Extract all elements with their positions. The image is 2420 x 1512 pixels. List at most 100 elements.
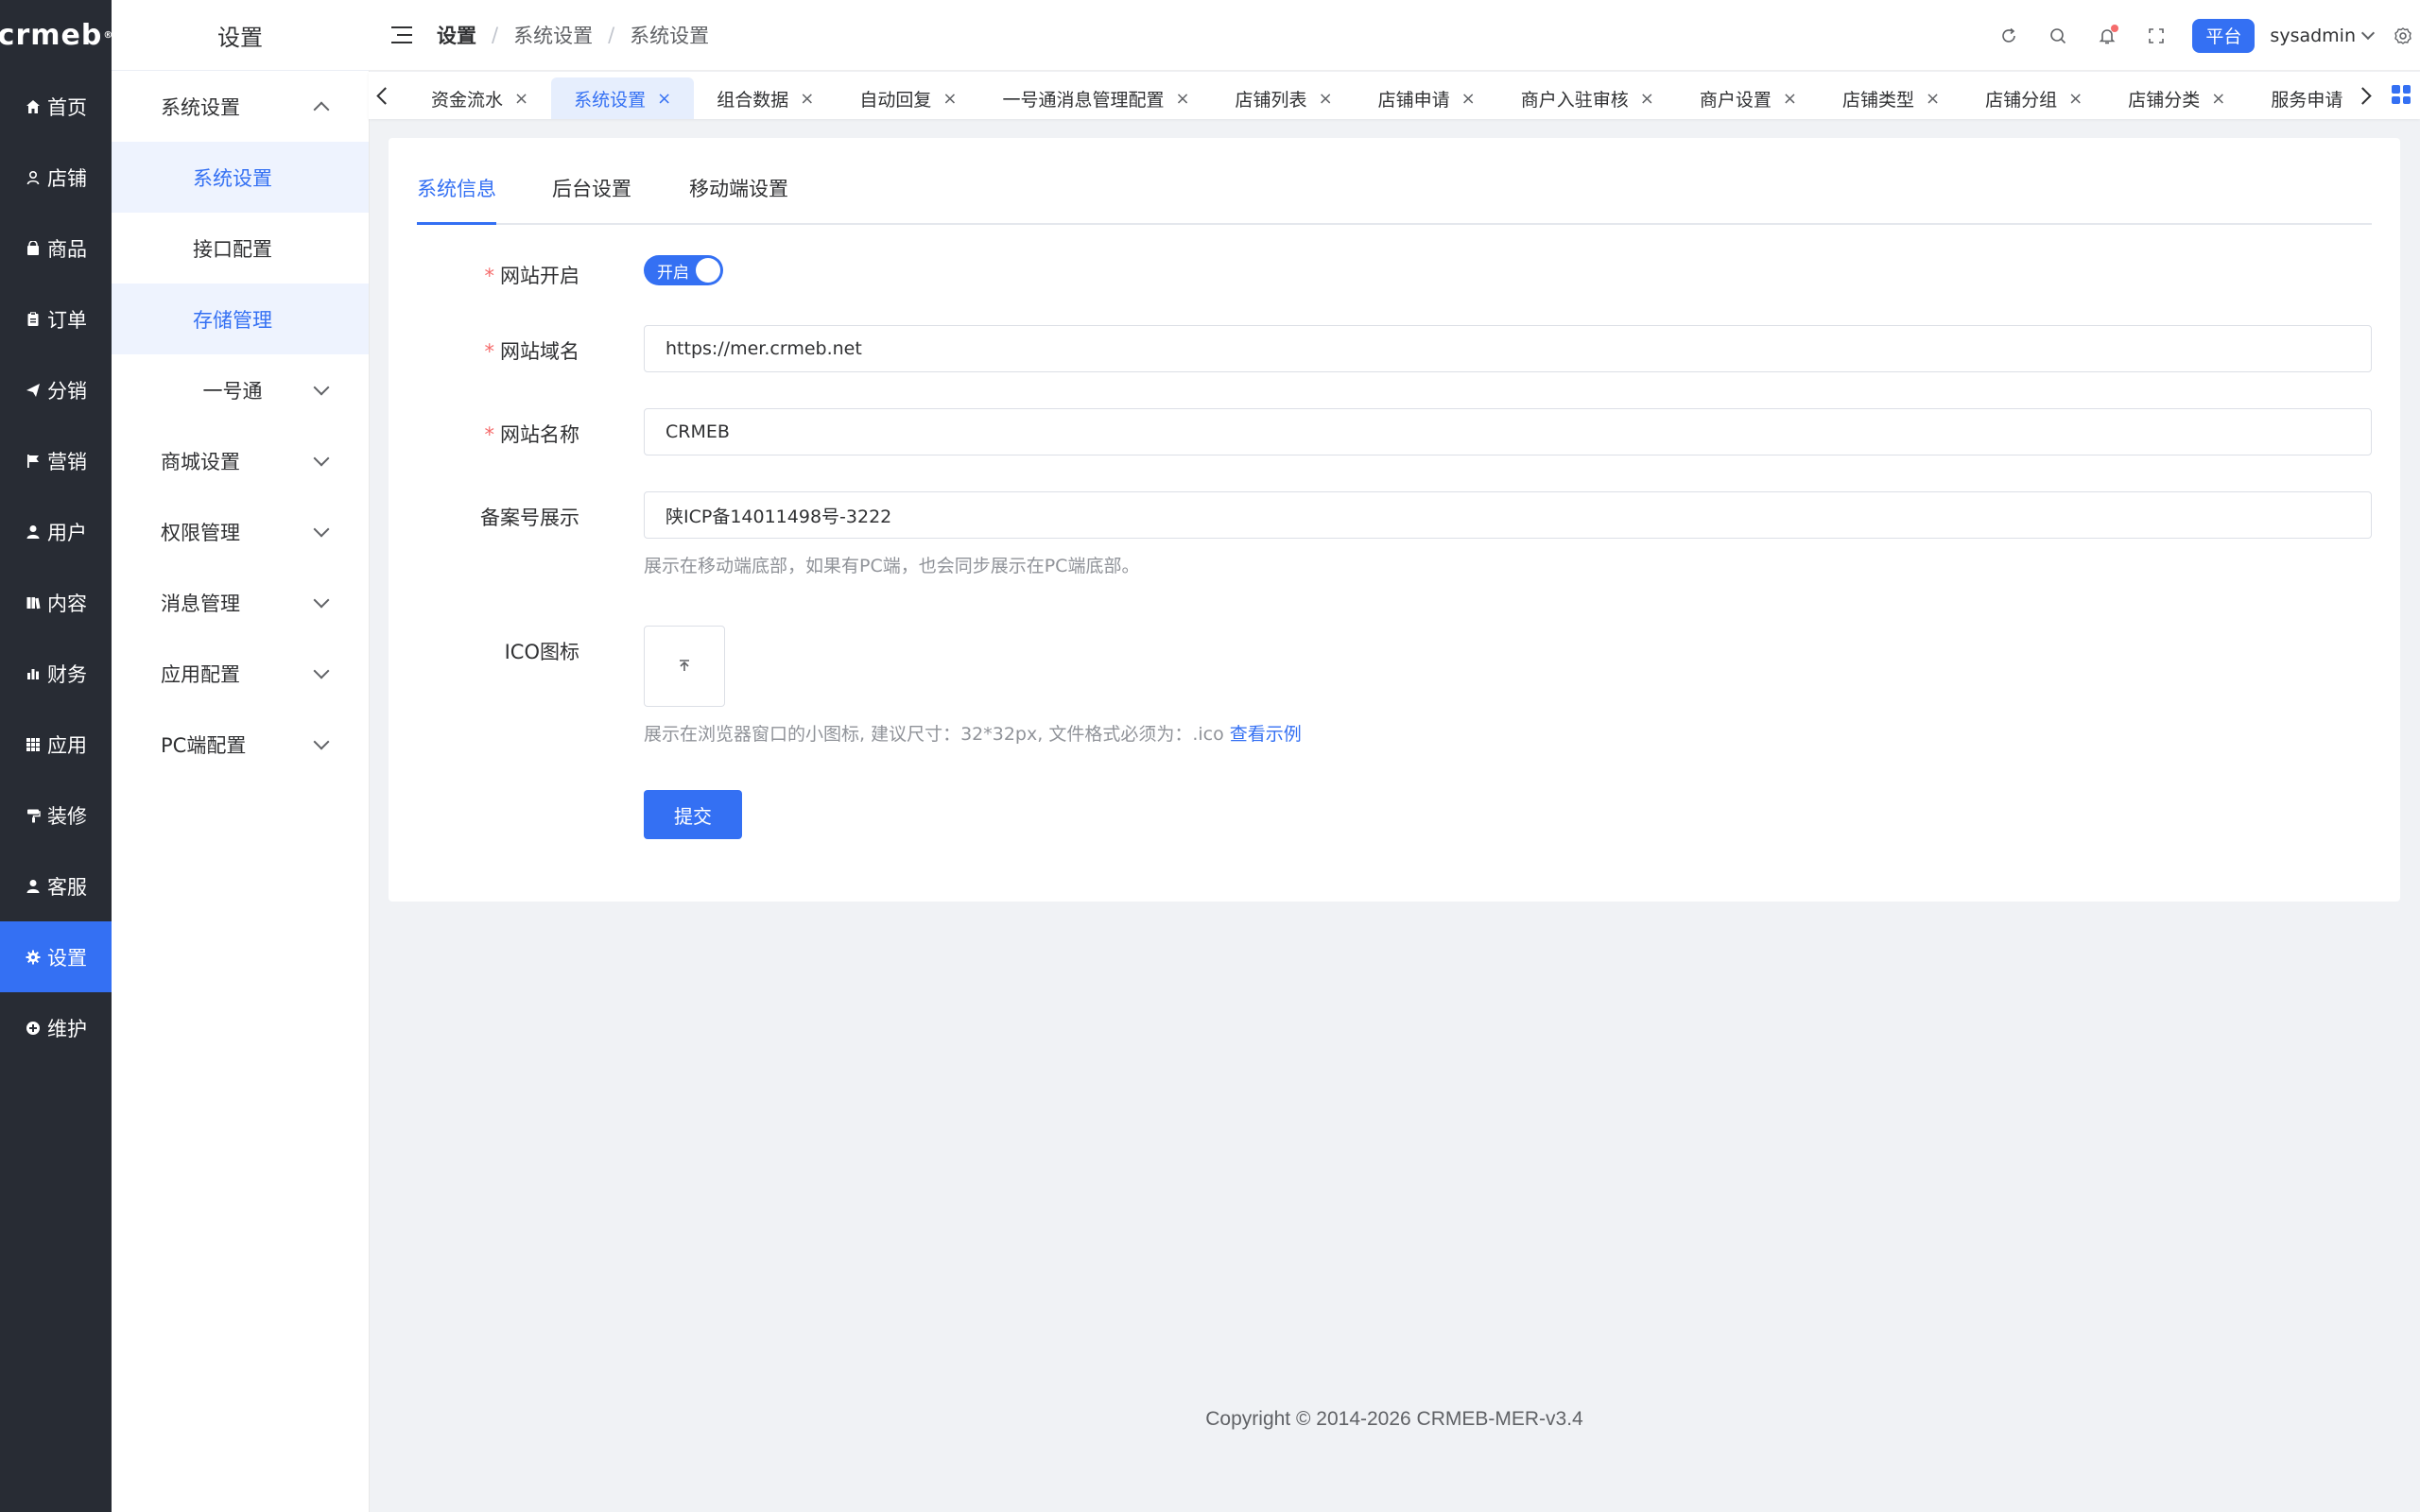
- icp-input[interactable]: 陕ICP备14011498号-3222: [644, 491, 2372, 539]
- nav-item-finance[interactable]: 财务: [0, 638, 112, 709]
- platform-badge[interactable]: 平台: [2192, 18, 2256, 53]
- nav-item-content[interactable]: 内容: [0, 567, 112, 638]
- logo[interactable]: crmeb ®: [0, 0, 112, 71]
- goods-icon: [25, 240, 42, 257]
- form-control: https://mer.crmeb.net: [644, 325, 2372, 372]
- nav-item-service[interactable]: 客服: [0, 850, 112, 921]
- submenu-mall-settings[interactable]: 商城设置: [112, 425, 369, 496]
- scroll-right-arrow-icon[interactable]: [2350, 72, 2378, 119]
- site-domain-input[interactable]: https://mer.crmeb.net: [644, 325, 2372, 372]
- nav-item-label: 用户: [47, 521, 87, 544]
- nav-item-goods[interactable]: 商品: [0, 213, 112, 284]
- nav-item-order[interactable]: 订单: [0, 284, 112, 354]
- tab-tag[interactable]: 资金流水 ×: [408, 77, 551, 119]
- grid-menu-icon[interactable]: [2392, 85, 2411, 104]
- scroll-left-arrow-icon[interactable]: [369, 72, 397, 119]
- nav-item-label: 设置: [47, 946, 87, 970]
- upload-icon: [680, 660, 689, 671]
- submenu-yihaotong[interactable]: 一号通: [112, 354, 369, 425]
- tab-tag[interactable]: 商户设置 ×: [1677, 77, 1820, 119]
- nav-item-apps[interactable]: 应用: [0, 709, 112, 780]
- nav-item-marketing[interactable]: 营销: [0, 425, 112, 496]
- home-icon: [25, 98, 42, 115]
- view-example-link[interactable]: 查看示例: [1230, 724, 1302, 745]
- tab-tag-label: 店铺列表: [1235, 89, 1307, 111]
- chevron-down-icon: [313, 592, 330, 608]
- tab-tag[interactable]: 自动回复 ×: [837, 77, 979, 119]
- close-icon[interactable]: ×: [1461, 89, 1476, 109]
- form-row-site-open: * 网站开启 开启: [389, 255, 2400, 293]
- close-icon[interactable]: ×: [2211, 89, 2225, 109]
- submenu-messages[interactable]: 消息管理: [112, 567, 369, 638]
- tab-tag[interactable]: 店铺类型 ×: [1820, 77, 1962, 119]
- tab-system-info[interactable]: 系统信息: [417, 174, 496, 225]
- breadcrumb-item[interactable]: 系统设置: [513, 21, 593, 49]
- flag-icon: [25, 453, 42, 470]
- nav-item-shop[interactable]: 店铺: [0, 142, 112, 213]
- nav-item-label: 分销: [47, 379, 87, 403]
- close-icon[interactable]: ×: [942, 89, 957, 109]
- decorate-icon: [25, 807, 42, 824]
- settings-gear-icon[interactable]: [2392, 25, 2414, 47]
- tab-backend-settings[interactable]: 后台设置: [552, 174, 631, 223]
- site-open-switch[interactable]: 开启: [644, 255, 723, 285]
- bell-icon[interactable]: [2096, 24, 2119, 47]
- nav-item-distribution[interactable]: 分销: [0, 354, 112, 425]
- breadcrumb-item[interactable]: 设置: [437, 21, 476, 49]
- tab-tag[interactable]: 一号通消息管理配置 ×: [979, 77, 1212, 119]
- tab-tag[interactable]: 服务申请: [2248, 77, 2365, 119]
- tab-tag[interactable]: 店铺分组 ×: [1962, 77, 2105, 119]
- submenu-system-settings[interactable]: 系统设置: [112, 71, 369, 142]
- tab-tag[interactable]: 店铺分类 ×: [2105, 77, 2248, 119]
- menu-item-storage[interactable]: 存储管理: [112, 284, 369, 354]
- tab-tag[interactable]: 店铺列表 ×: [1213, 77, 1356, 119]
- site-name-input[interactable]: CRMEB: [644, 408, 2372, 455]
- submenu-pc-config[interactable]: PC端配置: [112, 709, 369, 780]
- collapse-menu-icon[interactable]: [391, 26, 412, 43]
- nav-item-maintain[interactable]: 维护: [0, 992, 112, 1063]
- tab-tag[interactable]: 商户入驻审核 ×: [1498, 77, 1677, 119]
- submenu-label: 应用配置: [161, 662, 240, 686]
- close-icon[interactable]: ×: [1319, 89, 1333, 109]
- tab-mobile-settings[interactable]: 移动端设置: [689, 174, 788, 223]
- nav-item-label: 内容: [47, 592, 87, 615]
- settings-card: 系统信息 后台设置 移动端设置 * 网站开启 开启 * 网站域名 https://m…: [389, 138, 2400, 902]
- chevron-down-icon: [313, 521, 330, 537]
- close-icon[interactable]: ×: [657, 89, 671, 109]
- maintain-icon: [25, 1020, 42, 1037]
- nav-item-user[interactable]: 用户: [0, 496, 112, 567]
- nav-item-settings[interactable]: 设置: [0, 921, 112, 992]
- form-row-site-name: * 网站名称 CRMEB: [389, 408, 2400, 457]
- nav-item-label: 财务: [47, 662, 87, 686]
- nav-item-home[interactable]: 首页: [0, 71, 112, 142]
- nav-item-label: 商品: [47, 237, 87, 261]
- submit-button[interactable]: 提交: [644, 790, 742, 839]
- submenu-app-config[interactable]: 应用配置: [112, 638, 369, 709]
- close-icon[interactable]: ×: [2068, 89, 2083, 109]
- close-icon[interactable]: ×: [514, 89, 528, 109]
- refresh-icon[interactable]: [1997, 25, 2020, 47]
- tab-tag[interactable]: 店铺申请 ×: [1356, 77, 1498, 119]
- submenu-label: 权限管理: [161, 521, 240, 544]
- fullscreen-icon[interactable]: [2145, 25, 2168, 47]
- username: sysadmin: [2270, 25, 2356, 46]
- menu-item-label: 存储管理: [193, 308, 272, 332]
- tab-tag[interactable]: 组合数据 ×: [694, 77, 837, 119]
- tab-tag-label: 商户入驻审核: [1520, 89, 1629, 111]
- user-menu[interactable]: sysadmin: [2270, 25, 2376, 46]
- tab-tag[interactable]: 系统设置 ×: [551, 77, 695, 119]
- close-icon[interactable]: ×: [1175, 89, 1189, 109]
- close-icon[interactable]: ×: [1783, 89, 1797, 109]
- submenu-permissions[interactable]: 权限管理: [112, 496, 369, 567]
- tab-tag-label: 系统设置: [574, 89, 647, 111]
- search-icon[interactable]: [2047, 25, 2069, 47]
- close-icon[interactable]: ×: [1640, 89, 1654, 109]
- menu-item-system-settings[interactable]: 系统设置: [112, 142, 369, 213]
- nav-item-decorate[interactable]: 装修: [0, 780, 112, 850]
- close-icon[interactable]: ×: [1926, 89, 1940, 109]
- ico-upload-button[interactable]: [644, 626, 725, 707]
- breadcrumb: 设置 / 系统设置 / 系统设置: [437, 21, 709, 49]
- close-icon[interactable]: ×: [800, 89, 814, 109]
- form-label: * 网站域名: [484, 340, 580, 363]
- menu-item-api-config[interactable]: 接口配置: [112, 213, 369, 284]
